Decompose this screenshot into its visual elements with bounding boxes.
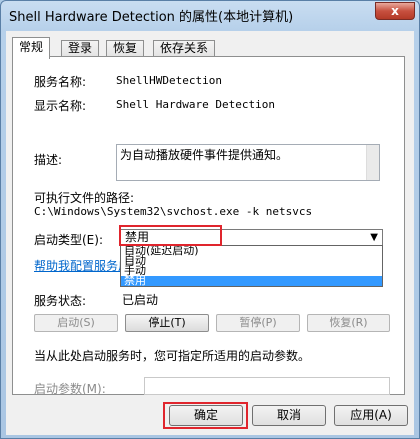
cancel-button[interactable]: 取消 [252, 405, 326, 426]
pause-button[interactable]: 暂停(P) [216, 314, 300, 332]
tab-dependencies[interactable]: 依存关系 [153, 40, 216, 57]
display-name-label: 显示名称: [34, 99, 87, 113]
service-name-value: ShellHWDetection [116, 74, 222, 87]
help-configure-link[interactable]: 帮助我配置服务启 [34, 257, 130, 274]
chevron-down-icon[interactable]: ▼ [370, 230, 378, 245]
exe-path-value: C:\Windows\System32\svchost.exe -k netsv… [34, 205, 313, 218]
exe-path-label: 可执行文件的路径: [34, 191, 135, 205]
tab-logon[interactable]: 登录 [61, 40, 100, 57]
description-scrollbar[interactable] [366, 145, 379, 180]
description-box[interactable]: 为自动播放硬件事件提供通知。 [116, 144, 380, 181]
window-title: Shell Hardware Detection 的属性(本地计算机) [9, 10, 294, 25]
startup-type-label: 启动类型(E): [34, 233, 103, 247]
option-auto-delayed[interactable]: 自动(延迟启动) [121, 245, 382, 256]
startup-type-value: 禁用 [125, 230, 150, 244]
start-params-input[interactable] [144, 377, 390, 395]
description-text: 为自动播放硬件事件提供通知。 [120, 148, 289, 162]
display-name-value: Shell Hardware Detection [116, 98, 275, 111]
properties-window: Shell Hardware Detection 的属性(本地计算机) x 常规… [0, 0, 420, 439]
ok-button[interactable]: 确定 [169, 405, 243, 426]
tab-recovery[interactable]: 恢复 [106, 40, 145, 57]
option-manual[interactable]: 手动 [121, 265, 382, 276]
start-button[interactable]: 启动(S) [34, 314, 118, 332]
service-status-label: 服务状态: [34, 294, 87, 308]
service-status-value: 已启动 [122, 293, 159, 307]
dialog-client: 常规 登录 恢复 依存关系 服务名称: ShellHWDetection 显示名… [6, 31, 414, 435]
description-label: 描述: [34, 153, 63, 167]
tab-general[interactable]: 常规 [12, 37, 51, 59]
apply-button[interactable]: 应用(A) [334, 405, 408, 426]
close-icon[interactable]: x [375, 2, 415, 20]
option-auto[interactable]: 自动 [121, 255, 382, 266]
option-disabled[interactable]: 禁用 [121, 275, 382, 286]
resume-button[interactable]: 恢复(R) [307, 314, 390, 332]
start-params-hint: 当从此处启动服务时，您可指定所适用的启动参数。 [34, 349, 311, 363]
stop-button[interactable]: 停止(T) [125, 314, 209, 332]
service-name-label: 服务名称: [34, 75, 87, 89]
general-panel: 服务名称: ShellHWDetection 显示名称: Shell Hardw… [12, 56, 405, 396]
start-params-label: 启动参数(M): [34, 382, 106, 396]
startup-type-dropdown: 自动(延迟启动) 自动 手动 禁用 [120, 245, 383, 287]
